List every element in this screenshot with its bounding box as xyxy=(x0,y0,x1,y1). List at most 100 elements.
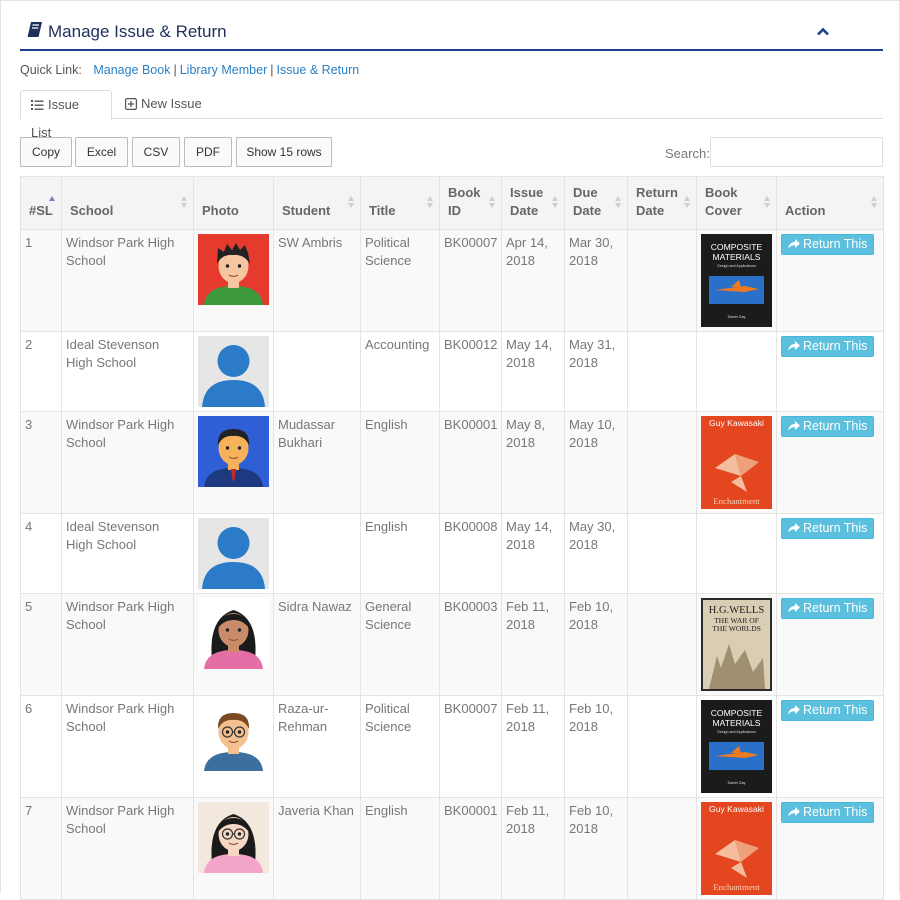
action-cell: Return This xyxy=(776,229,884,332)
column-header-label: Issue xyxy=(510,185,544,200)
tab-new-issue[interactable]: New Issue xyxy=(115,90,212,119)
issue-date: Feb 11, 2018 xyxy=(501,797,565,900)
return-this-button[interactable]: Return This xyxy=(781,234,875,255)
quick-link-library-member[interactable]: Library Member xyxy=(180,63,268,77)
book-id: BK00007 xyxy=(439,229,502,332)
column-header-issue-date[interactable]: Issue Date xyxy=(501,176,565,230)
svg-text:MATERIALS: MATERIALS xyxy=(712,718,760,728)
return-this-button[interactable]: Return This xyxy=(781,416,875,437)
column-header-label: Date xyxy=(510,203,539,218)
column-header-return-date[interactable]: Return Date xyxy=(627,176,697,230)
photo-cell xyxy=(193,695,274,798)
table-row: 5 Windsor Park High School Sidra Nawaz Gene… xyxy=(20,593,884,696)
column-header-book-cover[interactable]: Book Cover xyxy=(696,176,777,230)
student-name: SW Ambris xyxy=(273,229,361,332)
quick-link-issue-return[interactable]: Issue & Return xyxy=(277,63,360,77)
svg-text:Daniel Gay: Daniel Gay xyxy=(728,781,746,785)
return-date xyxy=(627,593,697,696)
pdf-button[interactable]: PDF xyxy=(184,137,232,167)
column-header-label: Action xyxy=(785,203,826,218)
book-id: BK00007 xyxy=(439,695,502,798)
table-header-row: #SL School Photo Student Title Book ID Issue Dat… xyxy=(20,176,884,230)
tab-bar: Issue List New Issue xyxy=(20,90,883,140)
book-title: Political Science xyxy=(360,695,440,798)
sort-icon xyxy=(871,196,878,208)
column-header-label: Cover xyxy=(705,203,742,218)
due-date: May 30, 2018 xyxy=(564,513,628,594)
return-date xyxy=(627,513,697,594)
action-cell: Return This xyxy=(776,695,884,798)
row-number: 3 xyxy=(20,411,62,514)
student-photo xyxy=(198,336,269,407)
chevron-up-icon[interactable] xyxy=(817,24,829,39)
row-number: 5 xyxy=(20,593,62,696)
issue-date: Apr 14, 2018 xyxy=(501,229,565,332)
copy-button[interactable]: Copy xyxy=(20,137,72,167)
photo-cell xyxy=(193,593,274,696)
school-name: Ideal Stevenson High School xyxy=(61,513,194,594)
book-cover-image: COMPOSITE MATERIALS Design and Application… xyxy=(701,700,772,793)
column-header-school[interactable]: School xyxy=(61,176,194,230)
return-date xyxy=(627,331,697,412)
book-id: BK00001 xyxy=(439,797,502,900)
show-rows-button[interactable]: Show 15 rows xyxy=(236,137,332,167)
table-row: 2 Ideal Stevenson High School Accounting BK… xyxy=(20,331,884,412)
book-title: Political Science xyxy=(360,229,440,332)
search-label: Search: xyxy=(665,146,710,161)
return-this-button[interactable]: Return This xyxy=(781,598,875,619)
school-name: Ideal Stevenson High School xyxy=(61,331,194,412)
return-this-button[interactable]: Return This xyxy=(781,700,875,721)
action-cell: Return This xyxy=(776,593,884,696)
column-header-label: Title xyxy=(369,203,396,218)
csv-button[interactable]: CSV xyxy=(132,137,180,167)
search-input[interactable] xyxy=(710,137,883,167)
share-icon xyxy=(788,521,803,535)
book-id: BK00008 xyxy=(439,513,502,594)
tab-issue-list[interactable]: Issue List xyxy=(20,90,112,140)
column-header-book-id[interactable]: Book ID xyxy=(439,176,502,230)
student-photo xyxy=(198,700,269,771)
svg-text:MATERIALS: MATERIALS xyxy=(712,252,760,262)
due-date: May 10, 2018 xyxy=(564,411,628,514)
book-id: BK00001 xyxy=(439,411,502,514)
school-name: Windsor Park High School xyxy=(61,695,194,798)
return-this-button[interactable]: Return This xyxy=(781,802,875,823)
book-cover-cell: Guy Kawasaki Enchantment xyxy=(696,797,777,900)
return-this-label: Return This xyxy=(803,237,868,251)
issue-date: May 14, 2018 xyxy=(501,331,565,412)
book-title: English xyxy=(360,411,440,514)
book-icon xyxy=(27,21,43,41)
due-date: Feb 10, 2018 xyxy=(564,593,628,696)
sort-icon xyxy=(348,196,355,208)
excel-button[interactable]: Excel xyxy=(75,137,128,167)
school-name: Windsor Park High School xyxy=(61,411,194,514)
book-id: BK00003 xyxy=(439,593,502,696)
panel-header: Manage Issue & Return xyxy=(20,15,883,51)
book-title: English xyxy=(360,513,440,594)
link-separator: | xyxy=(270,63,274,77)
student-name: Raza-ur-Rehman xyxy=(273,695,361,798)
return-this-button[interactable]: Return This xyxy=(781,336,875,357)
column-header-action[interactable]: Action xyxy=(776,176,884,230)
column-header-label: Book xyxy=(705,185,738,200)
row-number: 6 xyxy=(20,695,62,798)
book-title: General Science xyxy=(360,593,440,696)
book-cover-image: H.G.WELLS THE WAR OF THE WORLDS xyxy=(701,598,772,691)
share-icon xyxy=(788,419,803,433)
sort-icon xyxy=(427,196,434,208)
table-row: 3 Windsor Park High School Mudassar Bukhar… xyxy=(20,411,884,514)
link-separator: | xyxy=(173,63,177,77)
return-this-button[interactable]: Return This xyxy=(781,518,875,539)
column-header-due-date[interactable]: Due Date xyxy=(564,176,628,230)
column-header-sl[interactable]: #SL xyxy=(20,176,62,230)
column-header-student[interactable]: Student xyxy=(273,176,361,230)
share-icon xyxy=(788,237,803,251)
share-icon xyxy=(788,339,803,353)
return-this-label: Return This xyxy=(803,521,868,535)
column-header-title[interactable]: Title xyxy=(360,176,440,230)
sort-icon xyxy=(181,196,188,208)
quick-link-manage-book[interactable]: Manage Book xyxy=(93,63,170,77)
column-header-photo[interactable]: Photo xyxy=(193,176,274,230)
return-this-label: Return This xyxy=(803,601,868,615)
table-row: 1 Windsor Park High School SW Ambris Politi… xyxy=(20,229,884,332)
